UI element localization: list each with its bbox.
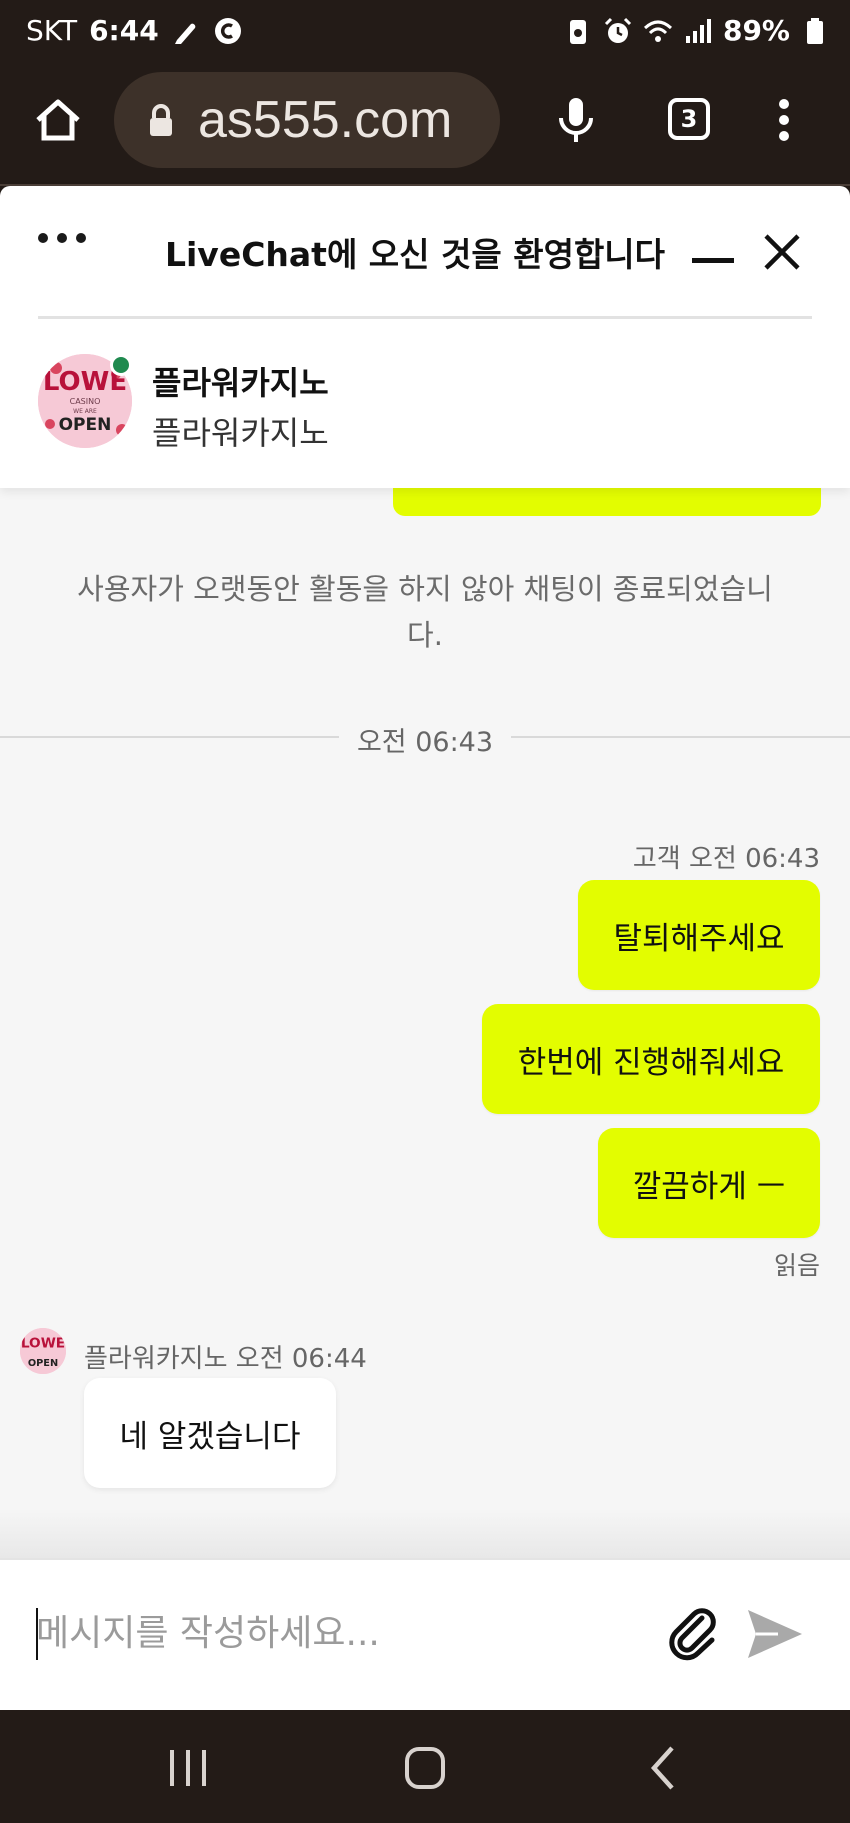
svg-text:OPEN: OPEN: [59, 415, 112, 435]
message-list[interactable]: 사용자가 오랫동안 활동을 하지 않아 채팅이 종료되었습니다. 오전 06:4…: [0, 488, 850, 1558]
agent-message-avatar: LOWE OPEN: [20, 1328, 66, 1374]
lock-icon: [150, 104, 172, 136]
svg-text:OPEN: OPEN: [28, 1358, 58, 1369]
read-receipt: 읽음: [773, 1251, 820, 1280]
outgoing-message[interactable]: 탈퇴해주세요: [578, 880, 820, 990]
more-horizontal-icon[interactable]: [38, 226, 98, 250]
agent-name: 플라워카지노: [152, 364, 329, 402]
time-separator: 오전 06:43: [0, 716, 850, 758]
customer-meta: 고객 오전 06:43: [632, 844, 820, 874]
outgoing-message[interactable]: 깔끔하게 ㅡ: [598, 1128, 820, 1238]
url-text: as555.com: [198, 91, 453, 149]
close-icon[interactable]: [760, 230, 804, 274]
battery-percent: 89%: [722, 14, 790, 47]
header-divider: [38, 316, 812, 319]
c-circle-icon: [214, 17, 241, 44]
scroll-fade: [0, 1508, 850, 1558]
incoming-message[interactable]: 네 알겠습니다: [84, 1378, 336, 1488]
carrier-label: SKT: [26, 14, 78, 47]
send-icon[interactable]: [744, 1606, 806, 1662]
time-separator-label: 오전 06:43: [338, 727, 512, 758]
recent-apps-icon[interactable]: [158, 1740, 218, 1796]
pencil-icon: [174, 23, 196, 44]
signal-icon: [685, 18, 711, 43]
svg-text:CASINO: CASINO: [70, 397, 101, 406]
agent-meta: 플라워카지노 오전 06:44: [84, 1344, 367, 1374]
more-vertical-icon[interactable]: [756, 92, 812, 148]
wifi-icon: [643, 20, 672, 42]
paperclip-icon[interactable]: [666, 1604, 724, 1662]
battery-icon: [807, 17, 823, 44]
system-message: 사용자가 오랫동안 활동을 하지 않아 채팅이 종료되었습니다.: [77, 572, 773, 652]
svg-text:WE ARE: WE ARE: [73, 408, 97, 415]
microphone-icon[interactable]: [548, 92, 604, 148]
text-caret: [36, 1608, 38, 1660]
svg-text:LOWE: LOWE: [21, 1336, 65, 1352]
message-composer: [0, 1558, 850, 1710]
message-input[interactable]: [36, 1598, 616, 1668]
outgoing-message[interactable]: 한번에 진행해줘세요: [482, 1004, 820, 1114]
tabs-button[interactable]: 3: [668, 98, 710, 140]
battery-saver-icon: [569, 19, 586, 44]
address-bar[interactable]: as555.com: [114, 72, 500, 168]
minimize-icon[interactable]: [692, 258, 734, 263]
chat-title: LiveChat에 오신 것을 환영합니다: [164, 235, 666, 274]
status-left: SKT 6:44: [26, 14, 243, 47]
chat-header: LiveChat에 오신 것을 환영합니다 LOWE CASINO WE ARE…: [0, 186, 850, 488]
browser-toolbar: as555.com 3: [0, 66, 850, 186]
online-status-dot: [110, 354, 132, 376]
system-nav-bar: [0, 1710, 850, 1823]
home-nav-icon[interactable]: [395, 1740, 455, 1796]
agent-subtitle: 플라워카지노: [152, 414, 329, 452]
status-bar: SKT 6:44 89%: [0, 0, 850, 66]
back-icon[interactable]: [634, 1740, 694, 1796]
previous-message-bubble: [393, 488, 821, 516]
alarm-icon: [604, 17, 632, 43]
agent-message-avatar-image: LOWE OPEN: [20, 1328, 66, 1374]
home-icon[interactable]: [30, 92, 86, 148]
status-right: 89%: [563, 14, 830, 47]
clock: 6:44: [89, 14, 159, 47]
